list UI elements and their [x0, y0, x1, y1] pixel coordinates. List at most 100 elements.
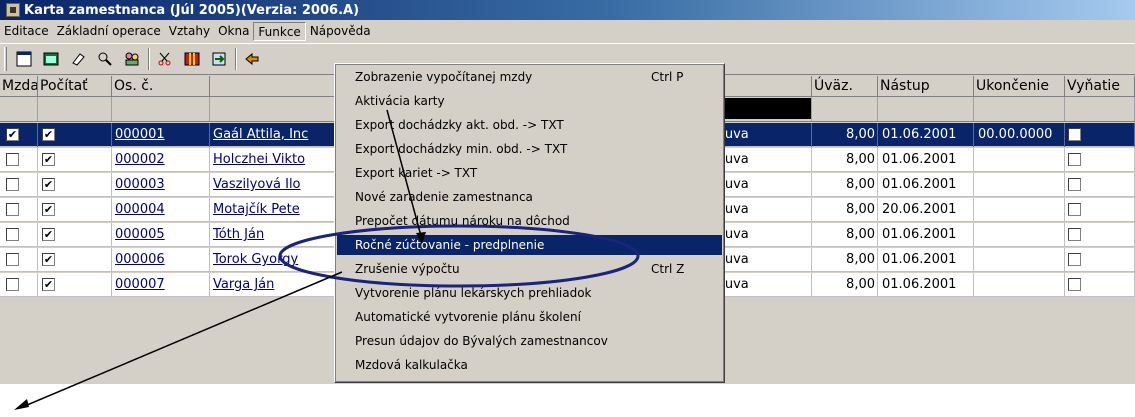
cell-mzda[interactable]: [0, 173, 38, 197]
checkbox-pocitat[interactable]: ✔: [42, 278, 55, 291]
scissors-icon[interactable]: [154, 48, 176, 70]
cell-osc[interactable]: 000005: [112, 223, 210, 247]
filter-cell[interactable]: [112, 97, 210, 121]
checkbox-vynatie[interactable]: [1068, 178, 1081, 191]
menu-item-6[interactable]: Nové zaradenie zamestnanca: [337, 187, 722, 207]
menu-základní-operace[interactable]: Základní operace: [53, 22, 165, 41]
cell-pocitat[interactable]: ✔: [38, 148, 112, 172]
filter-cell[interactable]: [812, 97, 878, 121]
checkbox-vynatie[interactable]: [1068, 153, 1081, 166]
cell-mzda[interactable]: [0, 198, 38, 222]
header-osc[interactable]: Os. č.: [112, 76, 210, 97]
checkbox-pocitat[interactable]: ✔: [42, 228, 55, 241]
cell-pocitat[interactable]: ✔: [38, 273, 112, 297]
cell-osc[interactable]: 000004: [112, 198, 210, 222]
cell-vynatie[interactable]: [1065, 223, 1135, 247]
filter-cell[interactable]: [974, 97, 1065, 121]
menu-funkce[interactable]: Funkce: [253, 22, 306, 41]
export-icon[interactable]: [208, 48, 230, 70]
cell-mzda[interactable]: [0, 148, 38, 172]
menu-item-12[interactable]: Presun údajov do Bývalých zamestnancov: [337, 331, 722, 351]
header-vynatie[interactable]: Vyňatie: [1065, 76, 1135, 97]
cell-mzda[interactable]: [0, 223, 38, 247]
header-uvaz[interactable]: Úväz.: [812, 76, 878, 97]
cell-pocitat[interactable]: ✔: [38, 173, 112, 197]
cell-ukoncenie: 00.00.0000: [974, 123, 1065, 147]
cell-vynatie[interactable]: [1065, 123, 1135, 147]
checkbox-mzda[interactable]: [6, 153, 19, 166]
cell-vynatie[interactable]: [1065, 173, 1135, 197]
cell-mzda[interactable]: [0, 248, 38, 272]
menu-item-13[interactable]: Mzdová kalkulačka: [337, 355, 722, 375]
window-icon[interactable]: [13, 48, 35, 70]
checkbox-pocitat[interactable]: ✔: [42, 203, 55, 216]
menu-editace[interactable]: Editace: [0, 22, 53, 41]
header-pocitat[interactable]: Počítať: [38, 76, 112, 97]
checkbox-vynatie[interactable]: [1068, 278, 1081, 291]
arrowhead-bottom-left: [14, 399, 29, 410]
filter-cell[interactable]: [0, 97, 38, 121]
menu-item-label: Mzdová kalkulačka: [355, 358, 468, 372]
checkbox-pocitat[interactable]: ✔: [42, 253, 55, 266]
checkbox-pocitat[interactable]: ✔: [42, 153, 55, 166]
menu-item-1[interactable]: Zobrazenie vypočítanej mzdy Ctrl P: [337, 67, 722, 87]
toolbar-grip[interactable]: [4, 47, 7, 71]
cell-pocitat[interactable]: ✔: [38, 248, 112, 272]
cell-vynatie[interactable]: [1065, 148, 1135, 172]
header-ukoncenie[interactable]: Ukončenie: [974, 76, 1065, 97]
checkbox-pocitat[interactable]: ✔: [42, 178, 55, 191]
checkbox-mzda[interactable]: [6, 278, 19, 291]
cell-mzda[interactable]: [0, 273, 38, 297]
menu-item-11[interactable]: Automatické vytvorenie plánu školení: [337, 307, 722, 327]
cell-pocitat[interactable]: ✔: [38, 223, 112, 247]
cell-pocitat[interactable]: ✔: [38, 198, 112, 222]
menu-item-3[interactable]: Export dochádzky akt. obd. -> TXT: [337, 115, 722, 135]
checkbox-vynatie[interactable]: [1068, 128, 1081, 141]
cell-osc[interactable]: 000006: [112, 248, 210, 272]
checkbox-vynatie[interactable]: [1068, 228, 1081, 241]
cell-nastup: 01.06.2001: [878, 173, 974, 197]
cell-pocitat[interactable]: ✔: [38, 123, 112, 147]
menu-item-2[interactable]: Aktivácia karty: [337, 91, 722, 111]
columns-icon[interactable]: [181, 48, 203, 70]
header-nastup[interactable]: Nástup: [878, 76, 974, 97]
checkbox-pocitat[interactable]: ✔: [42, 128, 55, 141]
cell-osc[interactable]: 000007: [112, 273, 210, 297]
cell-vynatie[interactable]: [1065, 273, 1135, 297]
menu-item-5[interactable]: Export kariet -> TXT: [337, 163, 722, 183]
menu-okna[interactable]: Okna: [214, 22, 253, 41]
checkbox-vynatie[interactable]: [1068, 203, 1081, 216]
menu-vztahy[interactable]: Vztahy: [165, 22, 214, 41]
menu-item-4[interactable]: Export dochádzky min. obd. -> TXT: [337, 139, 722, 159]
checkbox-mzda[interactable]: [6, 228, 19, 241]
menu-nápov-da[interactable]: Nápověda: [306, 22, 375, 41]
filter-cell[interactable]: [38, 97, 112, 121]
toolbar-separator: [235, 48, 237, 70]
header-mzda[interactable]: Mzda: [0, 76, 38, 97]
checkbox-mzda[interactable]: ✔: [6, 128, 19, 141]
cell-vynatie[interactable]: [1065, 248, 1135, 272]
cell-ukoncenie: [974, 173, 1065, 197]
checkbox-mzda[interactable]: [6, 178, 19, 191]
checkbox-vynatie[interactable]: [1068, 253, 1081, 266]
menu-item-9[interactable]: Zrušenie výpočtu Ctrl Z: [337, 259, 722, 279]
filter-cell[interactable]: [878, 97, 974, 121]
calendar-icon[interactable]: [40, 48, 62, 70]
arrow-left-icon[interactable]: [241, 48, 263, 70]
menu-item-8[interactable]: Ročné zúčtovanie - predplnenie: [337, 235, 722, 255]
eraser-icon[interactable]: [67, 48, 89, 70]
cell-osc[interactable]: 000003: [112, 173, 210, 197]
checkbox-mzda[interactable]: [6, 203, 19, 216]
cell-osc[interactable]: 000002: [112, 148, 210, 172]
menu-item-7[interactable]: Prepočet dátumu nároku na dôchod: [337, 211, 722, 231]
find-person-icon[interactable]: [94, 48, 116, 70]
cell-ukoncenie: [974, 148, 1065, 172]
cell-vynatie[interactable]: [1065, 198, 1135, 222]
filter-cell[interactable]: [1065, 97, 1135, 121]
cell-osc[interactable]: 000001: [112, 123, 210, 147]
checkbox-mzda[interactable]: [6, 253, 19, 266]
cell-nastup: 20.06.2001: [878, 198, 974, 222]
people-icon[interactable]: [121, 48, 143, 70]
cell-mzda[interactable]: ✔: [0, 123, 38, 147]
menu-item-10[interactable]: Vytvorenie plánu lekárskych prehliadok: [337, 283, 722, 303]
